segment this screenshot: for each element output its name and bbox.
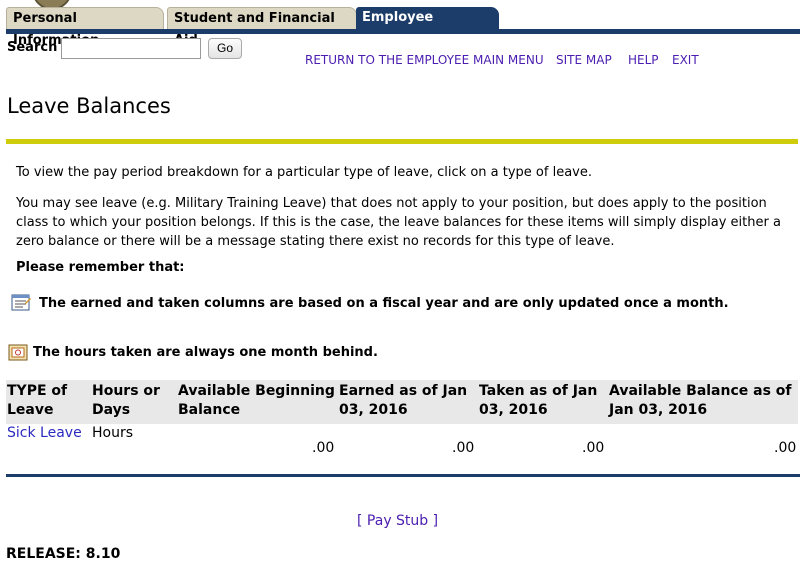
tab-underline bbox=[6, 29, 800, 34]
hours-behind-note: The hours taken are always one month beh… bbox=[33, 345, 378, 360]
return-to-employee-menu-link[interactable]: RETURN TO THE EMPLOYEE MAIN MENU bbox=[305, 53, 544, 67]
col-beginning-balance: Available Beginning Balance bbox=[178, 383, 335, 418]
pay-stub-link[interactable]: Pay Stub bbox=[367, 513, 428, 529]
help-link[interactable]: HELP bbox=[628, 53, 659, 67]
search-input[interactable] bbox=[61, 38, 201, 59]
release-version: RELEASE: 8.10 bbox=[6, 546, 121, 562]
row-taken: .00 bbox=[582, 440, 605, 456]
tab-personal-information[interactable]: Personal Information bbox=[6, 7, 164, 48]
pay-stub-nav: [ Pay Stub ] bbox=[357, 513, 438, 529]
row-unit: Hours bbox=[92, 425, 134, 441]
row-earned: .00 bbox=[452, 440, 475, 456]
col-earned: Earned as of Jan 03, 2016 bbox=[339, 383, 468, 418]
tab-employee-services[interactable]: Employee Services bbox=[356, 7, 499, 47]
notepad-icon bbox=[11, 294, 31, 311]
tab-student-financial-aid[interactable]: Student and Financial Aid bbox=[167, 7, 357, 48]
col-type-of-leave: TYPE of Leave bbox=[7, 383, 68, 418]
fiscal-year-note: The earned and taken columns are based o… bbox=[39, 296, 729, 311]
calendar-icon bbox=[8, 344, 28, 361]
title-divider bbox=[6, 139, 798, 144]
col-available-balance: Available Balance as of Jan 03, 2016 bbox=[609, 383, 792, 418]
intro-text: To view the pay period breakdown for a p… bbox=[16, 165, 592, 180]
col-taken: Taken as of Jan 03, 2016 bbox=[479, 383, 598, 418]
content-bottom-rule bbox=[6, 474, 800, 477]
bracket-open: [ bbox=[357, 513, 363, 529]
exit-link[interactable]: EXIT bbox=[672, 53, 699, 67]
go-button[interactable]: Go bbox=[208, 38, 242, 59]
col-hours-or-days: Hours or Days bbox=[92, 383, 160, 418]
remember-heading: Please remember that: bbox=[16, 260, 185, 275]
row-beginning-balance: .00 bbox=[312, 440, 335, 456]
sick-leave-link[interactable]: Sick Leave bbox=[7, 425, 82, 441]
search-label: Search bbox=[7, 40, 58, 55]
bracket-close: ] bbox=[432, 513, 439, 529]
row-available: .00 bbox=[774, 440, 797, 456]
page-title: Leave Balances bbox=[7, 94, 171, 118]
site-map-link[interactable]: SITE MAP bbox=[556, 53, 612, 67]
explanation-text: You may see leave (e.g. Military Trainin… bbox=[16, 196, 781, 249]
